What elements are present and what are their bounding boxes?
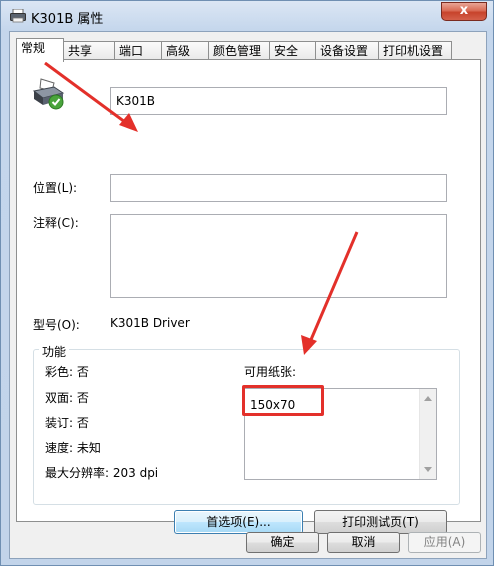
close-button[interactable]: x: [441, 2, 487, 21]
tab-strip: 常规 共享 端口 高级 颜色管理 安全 设备设置 打印机设置: [16, 38, 486, 62]
paper-scrollbar[interactable]: [419, 389, 436, 479]
cancel-button[interactable]: 取消: [327, 532, 400, 553]
apply-button[interactable]: 应用(A): [408, 532, 481, 553]
location-input[interactable]: [110, 174, 447, 202]
separator: [33, 157, 460, 158]
features-title: 功能: [39, 343, 70, 360]
resolution-feature: 最大分辨率: 203 dpi: [45, 466, 159, 480]
duplex-feature: 双面: 否: [45, 391, 89, 405]
scroll-up-icon[interactable]: [424, 396, 432, 401]
model-value: K301B Driver: [110, 316, 190, 330]
tab-color-management[interactable]: 颜色管理: [208, 41, 270, 61]
general-panel: K301B 位置(L): 注释(C): 型号(O): K301B Driver …: [16, 59, 481, 534]
scroll-down-icon[interactable]: [424, 467, 432, 472]
paper-listbox[interactable]: 150x70: [244, 388, 437, 480]
ok-button[interactable]: 确定: [246, 532, 319, 553]
printer-ok-icon: [32, 78, 65, 110]
speed-feature: 速度: 未知: [45, 441, 101, 455]
tab-printer-settings[interactable]: 打印机设置: [378, 41, 452, 61]
comment-label: 注释(C):: [33, 216, 79, 230]
window-title: K301B 属性: [31, 12, 104, 27]
paper-label: 可用纸张:: [244, 365, 297, 379]
printer-name-input[interactable]: K301B: [110, 87, 447, 115]
printer-icon: [10, 9, 26, 23]
properties-window: K301B 属性 x 常规 共享 端口 高级 颜色管理 安全 设备设置 打印机设…: [0, 0, 494, 566]
comment-input[interactable]: [110, 214, 447, 298]
color-feature: 彩色: 否: [45, 365, 89, 379]
tab-ports[interactable]: 端口: [114, 41, 162, 61]
tab-sharing[interactable]: 共享: [63, 41, 115, 61]
preferences-button[interactable]: 首选项(E)...: [174, 510, 303, 534]
paper-item[interactable]: 150x70: [250, 398, 295, 412]
tab-general[interactable]: 常规: [16, 38, 64, 62]
location-label: 位置(L):: [33, 181, 78, 195]
model-label: 型号(O):: [33, 318, 80, 332]
tab-security[interactable]: 安全: [269, 41, 316, 61]
dialog-client: 常规 共享 端口 高级 颜色管理 安全 设备设置 打印机设置 K301B 位置(…: [9, 31, 487, 559]
staple-feature: 装订: 否: [45, 416, 89, 430]
title-bar[interactable]: K301B 属性 x: [1, 1, 493, 31]
tab-device-settings[interactable]: 设备设置: [315, 41, 379, 61]
tab-advanced[interactable]: 高级: [161, 41, 209, 61]
print-test-page-button[interactable]: 打印测试页(T): [314, 510, 447, 534]
